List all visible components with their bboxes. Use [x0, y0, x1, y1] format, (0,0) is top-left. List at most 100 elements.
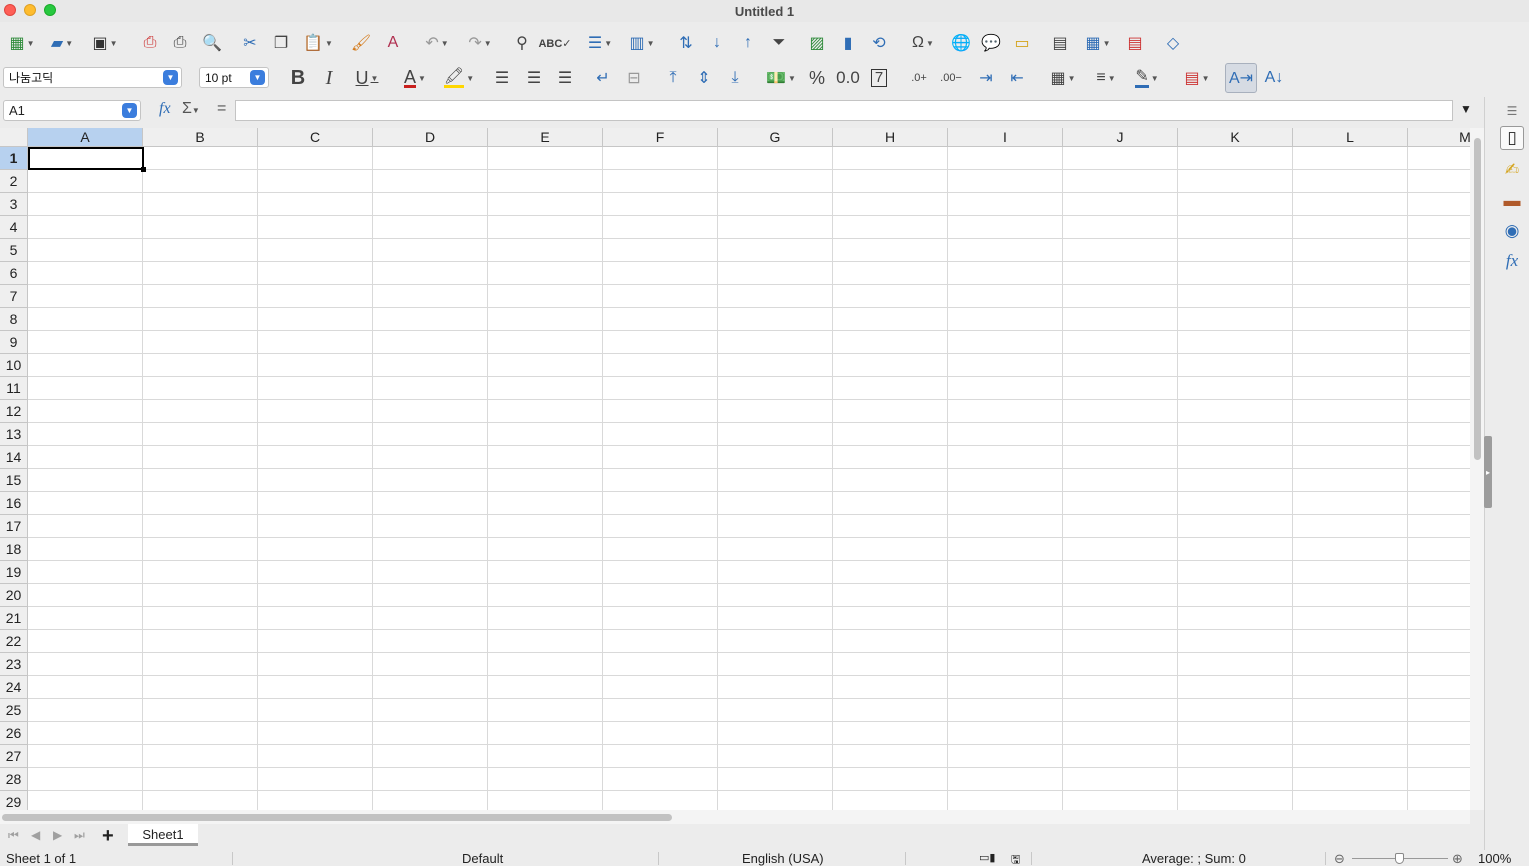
row-header-27[interactable]: 27 — [0, 745, 28, 768]
column-header-h[interactable]: H — [833, 128, 948, 147]
first-sheet-icon[interactable]: ⏮ — [8, 828, 19, 843]
clone-formatting-button[interactable]: 🖌 — [350, 31, 372, 55]
vertical-scrollbar[interactable] — [1470, 128, 1484, 810]
row-header-5[interactable]: 5 — [0, 239, 28, 262]
column-header-l[interactable]: L — [1293, 128, 1408, 147]
insert-hyperlink-button[interactable]: 🌐 — [950, 31, 972, 55]
row-header-15[interactable]: 15 — [0, 469, 28, 492]
column-header-j[interactable]: J — [1063, 128, 1178, 147]
text-direction-ttb-button[interactable]: A↓ — [1262, 66, 1286, 90]
formula-input[interactable] — [235, 100, 1453, 121]
cut-button[interactable]: ✂ — [239, 31, 261, 55]
sort-ascending-button[interactable]: ↓ — [706, 31, 728, 55]
row-button[interactable]: ☰ ▼ — [582, 31, 618, 55]
last-sheet-icon[interactable]: ⏭ — [74, 828, 85, 843]
column-header-k[interactable]: K — [1178, 128, 1293, 147]
insert-comment-button[interactable]: 💬 — [980, 31, 1002, 55]
row-header-7[interactable]: 7 — [0, 285, 28, 308]
italic-button[interactable]: I — [318, 66, 340, 90]
background-color-button[interactable]: 🖍 ▼ — [440, 66, 478, 90]
zoom-window-button[interactable] — [44, 4, 56, 16]
column-header-g[interactable]: G — [718, 128, 833, 147]
spreadsheet-grid[interactable]: ABCDEFGHIJKLM 1 2 3 4 5 6 7 8 9 10 11 12 13 14 15 16 17 1… — [0, 128, 1470, 810]
row-header-18[interactable]: 18 — [0, 538, 28, 561]
wrap-text-button[interactable]: ↵ — [592, 66, 614, 90]
row-header-12[interactable]: 12 — [0, 400, 28, 423]
function-wizard-button[interactable]: fx — [159, 100, 171, 118]
align-right-button[interactable]: ☰ — [554, 66, 576, 90]
column-button[interactable]: ▥ ▼ — [624, 31, 660, 55]
row-header-21[interactable]: 21 — [0, 607, 28, 630]
column-header-m[interactable]: M — [1408, 128, 1470, 147]
add-sheet-button[interactable]: + — [102, 825, 114, 848]
minimize-window-button[interactable] — [24, 4, 36, 16]
font-color-button[interactable]: A ▼ — [396, 66, 434, 90]
chevron-down-icon[interactable]: ▼ — [250, 70, 265, 85]
row-header-13[interactable]: 13 — [0, 423, 28, 446]
row-header-11[interactable]: 11 — [0, 377, 28, 400]
sidebar-menu-icon[interactable]: ☰ — [1500, 99, 1524, 123]
border-style-button[interactable]: ≡ ▼ — [1087, 66, 1125, 90]
undo-button[interactable]: ↶ ▼ — [419, 31, 455, 55]
special-character-button[interactable]: Ω ▼ — [905, 31, 941, 55]
text-direction-ltr-button[interactable]: A⇥ — [1225, 63, 1257, 93]
row-header-10[interactable]: 10 — [0, 354, 28, 377]
increase-indent-button[interactable]: ⇥ — [975, 66, 997, 90]
font-name-combo[interactable]: 나눔고딕 ▼ — [3, 67, 182, 88]
merge-center-button[interactable]: ⊟ — [623, 66, 645, 90]
align-left-button[interactable]: ☰ — [491, 66, 513, 90]
autofilter-button[interactable]: ⏷ — [768, 31, 790, 55]
spelling-button[interactable]: ABC✓ — [538, 31, 571, 55]
insert-chart-button[interactable]: ▮ — [837, 31, 859, 55]
sidebar-collapse-handle[interactable]: ▸ — [1484, 436, 1492, 508]
formula-button[interactable]: = — [217, 100, 226, 118]
split-window-button[interactable]: ▤ — [1124, 31, 1146, 55]
row-header-24[interactable]: 24 — [0, 676, 28, 699]
save-button[interactable]: ▣ ▼ — [87, 31, 123, 55]
percent-format-button[interactable]: % — [806, 66, 828, 90]
cell-cursor[interactable] — [28, 147, 146, 172]
date-format-button[interactable]: 7 — [868, 66, 890, 90]
name-box[interactable]: A1 ▼ — [3, 100, 141, 121]
align-bottom-button[interactable]: ⤓ — [724, 66, 746, 90]
paste-button[interactable]: 📋 ▼ — [300, 31, 336, 55]
row-header-28[interactable]: 28 — [0, 768, 28, 791]
row-header-6[interactable]: 6 — [0, 262, 28, 285]
column-header-b[interactable]: B — [143, 128, 258, 147]
language[interactable]: English (USA) — [742, 851, 824, 866]
align-top-button[interactable]: ⤒ — [662, 66, 684, 90]
zoom-level[interactable]: 100% — [1478, 851, 1511, 866]
row-header-4[interactable]: 4 — [0, 216, 28, 239]
row-header-19[interactable]: 19 — [0, 561, 28, 584]
copy-button[interactable]: ❐ — [270, 31, 292, 55]
column-header-e[interactable]: E — [488, 128, 603, 147]
select-all-corner[interactable] — [0, 128, 28, 147]
gallery-icon[interactable]: ▬ — [1500, 189, 1524, 213]
column-header-i[interactable]: I — [948, 128, 1063, 147]
page-style[interactable]: Default — [462, 851, 503, 866]
open-button[interactable]: ▰ ▼ — [44, 31, 80, 55]
expand-formula-bar-icon[interactable]: ▼ — [1460, 102, 1472, 116]
next-sheet-icon[interactable]: ▶ — [53, 828, 62, 842]
headers-footers-button[interactable]: ▭ — [1011, 31, 1033, 55]
center-vertically-button[interactable]: ⇕ — [693, 66, 715, 90]
find-replace-button[interactable]: ⚲ — [511, 31, 533, 55]
row-header-2[interactable]: 2 — [0, 170, 28, 193]
selection-mode-icon[interactable]: ▭▮ — [979, 851, 995, 864]
print-preview-button[interactable]: 🔍 — [201, 31, 223, 55]
row-header-22[interactable]: 22 — [0, 630, 28, 653]
row-header-1[interactable]: 1 — [0, 147, 28, 170]
insert-pivot-table-button[interactable]: ⟲ — [868, 31, 890, 55]
chevron-down-icon[interactable]: ▼ — [163, 70, 178, 85]
border-color-button[interactable]: ✎ ▼ — [1128, 66, 1166, 90]
zoom-in-icon[interactable]: ⊕ — [1452, 851, 1463, 866]
column-header-a[interactable]: A — [28, 128, 143, 147]
new-document-button[interactable]: ▦ ▼ — [4, 31, 40, 55]
sort-descending-button[interactable]: ↑ — [737, 31, 759, 55]
previous-sheet-icon[interactable]: ◀ — [31, 828, 40, 842]
row-header-20[interactable]: 20 — [0, 584, 28, 607]
cell-area[interactable] — [28, 147, 1470, 810]
column-header-f[interactable]: F — [603, 128, 718, 147]
bold-button[interactable]: B — [287, 66, 309, 90]
borders-button[interactable]: ▦ ▼ — [1044, 66, 1082, 90]
